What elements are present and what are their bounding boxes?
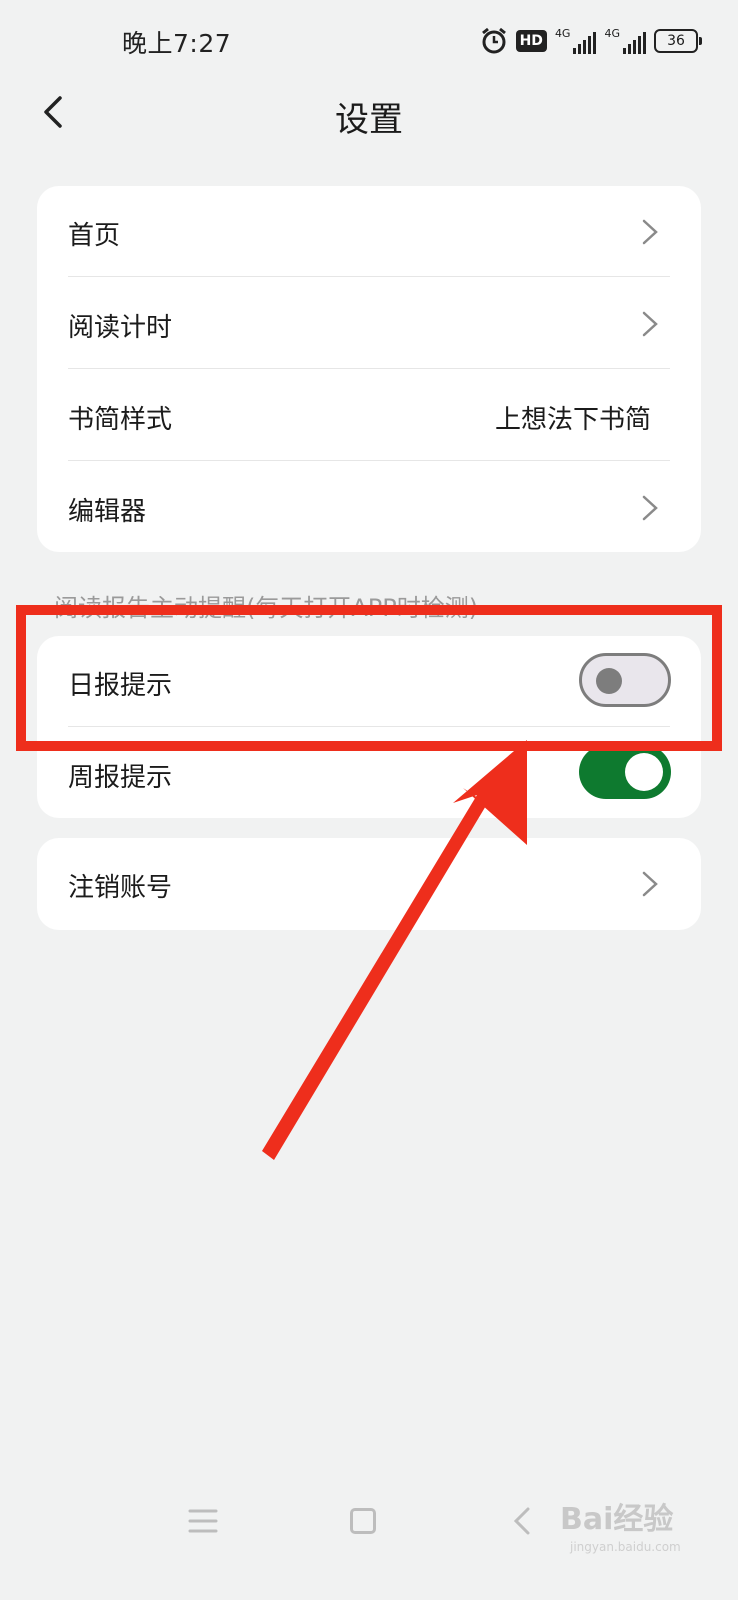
back-arrow-icon[interactable] [36, 92, 76, 132]
status-time: 晚上7:27 [122, 29, 232, 58]
annotation-highlight-box [16, 605, 722, 751]
chevron-right-icon [642, 311, 658, 337]
watermark: Bai经验 [560, 1502, 674, 1537]
account-card: 注销账号 [37, 838, 701, 930]
settings-item-label: 编辑器 [68, 497, 147, 527]
weekly-report-label: 周报提示 [68, 763, 173, 793]
hd-badge: HD [515, 30, 547, 52]
status-icons: HD 4G 4G 36 [480, 26, 702, 56]
battery-icon: 36 [654, 29, 702, 53]
watermark-sub: jingyan.baidu.com [570, 1540, 681, 1554]
settings-item-label: 首页 [68, 221, 121, 251]
divider [68, 460, 670, 461]
divider [68, 368, 670, 369]
chevron-right-icon [642, 495, 658, 521]
cancel-account-item[interactable]: 注销账号 [37, 838, 701, 930]
home-icon[interactable] [350, 1508, 376, 1534]
signal-icon-2: 4G [604, 28, 646, 54]
menu-icon[interactable] [188, 1508, 218, 1534]
settings-item-card-style[interactable]: 书简样式 上想法下书简 [37, 370, 701, 462]
chevron-right-icon [642, 871, 658, 897]
divider [68, 276, 670, 277]
settings-item-editor[interactable]: 编辑器 [37, 462, 701, 554]
weekly-report-toggle[interactable] [579, 745, 671, 799]
chevron-right-icon [642, 219, 658, 245]
settings-card: 首页 阅读计时 书简样式 上想法下书简 编辑器 [37, 186, 701, 552]
cancel-account-label: 注销账号 [68, 873, 173, 903]
settings-item-reading-timer[interactable]: 阅读计时 [37, 278, 701, 370]
card-style-value: 上想法下书简 [494, 405, 651, 435]
settings-item-label: 阅读计时 [68, 313, 173, 343]
settings-item-home[interactable]: 首页 [37, 186, 701, 278]
signal-icon: 4G [555, 28, 597, 54]
alarm-icon [481, 27, 506, 54]
page-title: 设置 [335, 100, 403, 140]
settings-item-label: 书简样式 [68, 405, 173, 435]
nav-back-icon[interactable] [512, 1506, 532, 1536]
